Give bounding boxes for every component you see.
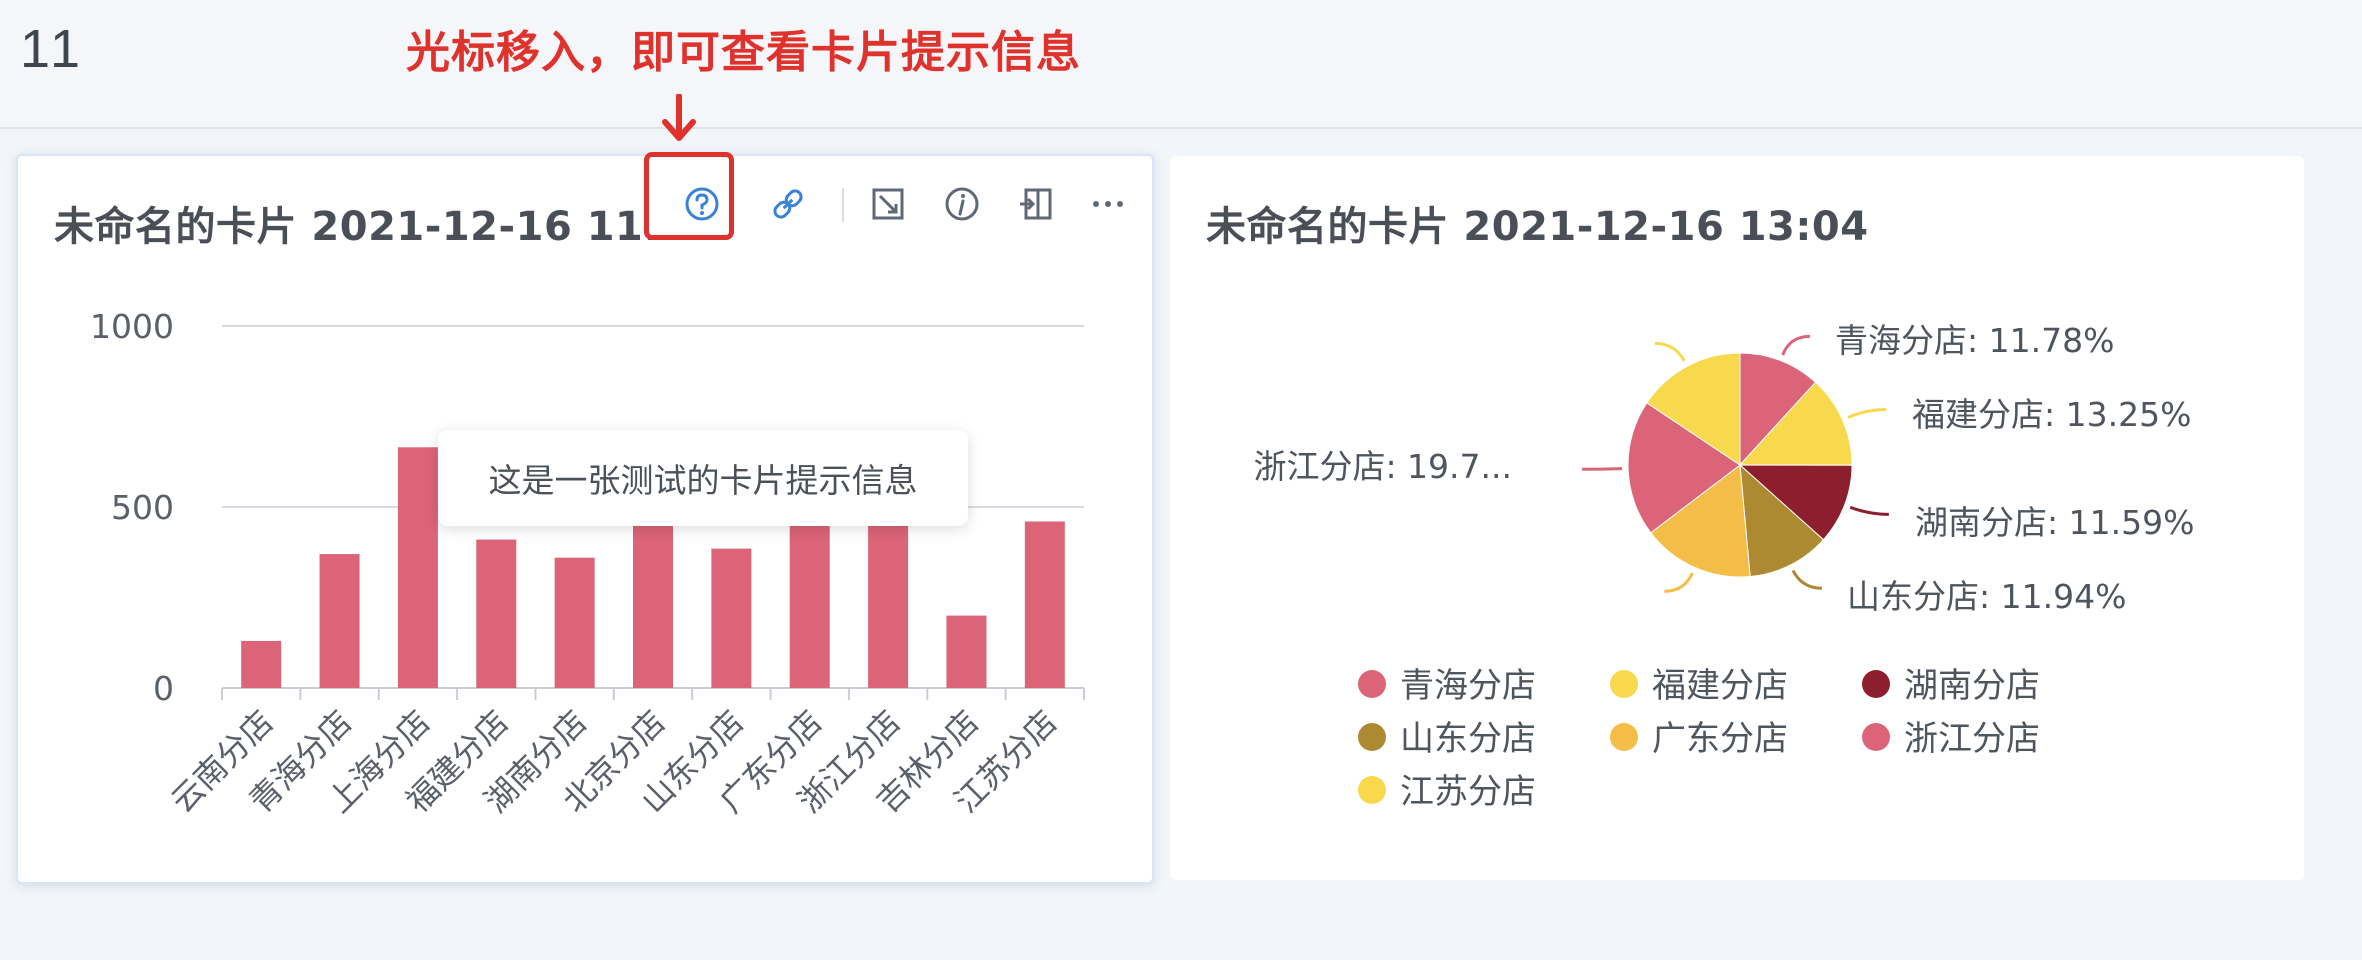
pie-leader-line (1847, 407, 1887, 419)
annotation-arrow-icon (662, 94, 696, 141)
legend-item[interactable]: 山东分店 (1400, 719, 1536, 759)
pie-leader-line (1781, 334, 1810, 356)
legend-marker (1862, 670, 1890, 698)
dashboard-header: 11 (0, 0, 2362, 129)
bar[interactable] (1024, 521, 1065, 688)
pie-leader-line (1791, 569, 1823, 590)
legend-marker (1358, 723, 1386, 751)
card-tooltip: 这是一张测试的卡片提示信息 (438, 430, 968, 526)
bar[interactable] (711, 548, 752, 688)
dashboard-title: 11 (20, 19, 85, 79)
bar[interactable] (241, 640, 282, 688)
bar[interactable] (476, 539, 517, 688)
legend-marker (1358, 776, 1386, 804)
legend-marker (1862, 723, 1890, 751)
pie-chart: 青海分店: 11.78% 福建分店: 13.25% 湖南分店: 11.59% 山东分店… (1253, 321, 2194, 812)
pie-leader-line (1849, 505, 1889, 516)
legend-item[interactable]: 江苏分店 (1400, 772, 1536, 812)
pie-data-label: 浙江分店: 19.7... (1253, 447, 1512, 486)
bar[interactable] (397, 447, 438, 688)
legend-item[interactable]: 广东分店 (1652, 719, 1788, 759)
bar[interactable] (946, 615, 987, 688)
legend-marker (1610, 670, 1638, 698)
pie-leader-line (1664, 572, 1694, 593)
legend-item[interactable]: 福建分店 (1652, 666, 1788, 706)
pie-leader-line (1582, 467, 1623, 471)
legend-item[interactable]: 青海分店 (1400, 666, 1536, 706)
pie-data-label: 湖南分店: 11.59% (1915, 503, 2194, 542)
pie-data-label: 山东分店: 11.94% (1847, 577, 2126, 616)
pie-data-label: 福建分店: 13.25% (1912, 395, 2191, 434)
y-tick-label: 0 (153, 669, 174, 708)
bar-chart-card[interactable]: 未命名的卡片 2021-12-16 11:44 0 500 1000 云南分店 青海分店… (16, 154, 1154, 884)
bar[interactable] (554, 557, 595, 688)
legend-marker (1610, 723, 1638, 751)
y-tick-label: 1000 (90, 307, 174, 346)
bar[interactable] (319, 554, 360, 688)
annotation-text: 光标移入，即可查看卡片提示信息 (406, 27, 1081, 78)
legend-marker (1358, 670, 1386, 698)
pie-leader-line (1654, 341, 1686, 362)
legend-item[interactable]: 浙江分店 (1904, 719, 2040, 759)
pie-chart-card[interactable]: 未命名的卡片 2021-12-16 13:04 青海分店: 11.78% 福建分店… (1170, 156, 2304, 880)
bar[interactable] (633, 505, 673, 688)
legend-item[interactable]: 湖南分店 (1904, 666, 2040, 706)
pie-data-label: 青海分店: 11.78% (1835, 321, 2114, 360)
y-tick-label: 500 (111, 488, 174, 527)
